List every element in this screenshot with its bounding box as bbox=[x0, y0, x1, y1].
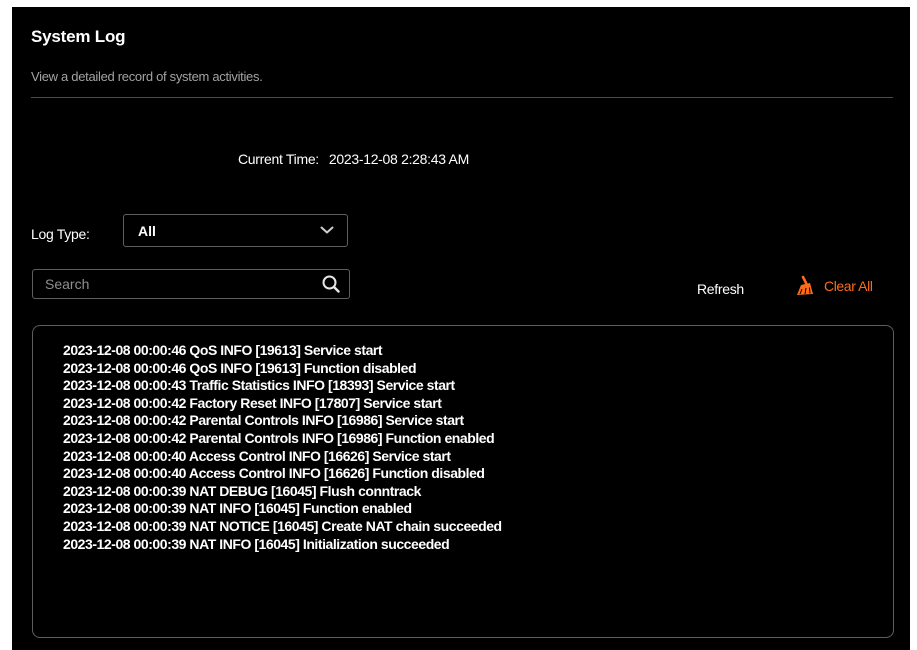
log-entry: 2023-12-08 00:00:40 Access Control INFO … bbox=[63, 447, 451, 464]
log-entry: 2023-12-08 00:00:42 Parental Controls IN… bbox=[63, 429, 495, 446]
chevron-down-icon bbox=[320, 226, 334, 234]
log-type-label: Log Type: bbox=[31, 226, 90, 242]
broom-icon bbox=[797, 275, 813, 295]
clear-all-button[interactable]: Clear All bbox=[794, 275, 873, 297]
log-display-area[interactable]: 2023-12-08 00:00:46 QoS INFO [19613] Ser… bbox=[32, 325, 894, 638]
search-box bbox=[32, 269, 350, 299]
log-entry: 2023-12-08 00:00:42 Factory Reset INFO [… bbox=[63, 394, 442, 411]
log-entry: 2023-12-08 00:00:43 Traffic Statistics I… bbox=[63, 377, 455, 394]
system-log-panel: System Log View a detailed record of sys… bbox=[12, 7, 910, 650]
search-icon[interactable] bbox=[322, 275, 340, 293]
log-entry: 2023-12-08 00:00:42 Parental Controls IN… bbox=[63, 412, 464, 429]
search-input[interactable] bbox=[33, 270, 313, 298]
page-title: System Log bbox=[31, 27, 126, 46]
clear-all-label: Clear All bbox=[824, 278, 873, 294]
log-type-selected-value: All bbox=[138, 223, 156, 239]
log-entry: 2023-12-08 00:00:39 NAT INFO [16045] Fun… bbox=[63, 500, 412, 517]
log-entry: 2023-12-08 00:00:39 NAT DEBUG [16045] Fl… bbox=[63, 482, 421, 499]
log-entry: 2023-12-08 00:00:40 Access Control INFO … bbox=[63, 465, 485, 482]
current-time-value: 2023-12-08 2:28:43 AM bbox=[328, 151, 469, 167]
current-time-label: Current Time: bbox=[238, 151, 319, 167]
page-subtitle: View a detailed record of system activit… bbox=[31, 69, 263, 84]
log-entry: 2023-12-08 00:00:46 QoS INFO [19613] Ser… bbox=[63, 342, 383, 358]
refresh-button[interactable]: Refresh bbox=[697, 281, 744, 297]
log-entry-list: 2023-12-08 00:00:46 QoS INFO [19613] Ser… bbox=[63, 342, 502, 553]
log-entry: 2023-12-08 00:00:39 NAT NOTICE [16045] C… bbox=[63, 517, 502, 534]
log-entry: 2023-12-08 00:00:39 NAT INFO [16045] Ini… bbox=[63, 535, 450, 552]
header-divider bbox=[31, 97, 893, 98]
log-entry: 2023-12-08 00:00:46 QoS INFO [19613] Fun… bbox=[63, 359, 417, 376]
current-time: Current Time: 2023-12-08 2:28:43 AM bbox=[238, 151, 469, 167]
log-type-select[interactable]: All bbox=[123, 214, 348, 247]
